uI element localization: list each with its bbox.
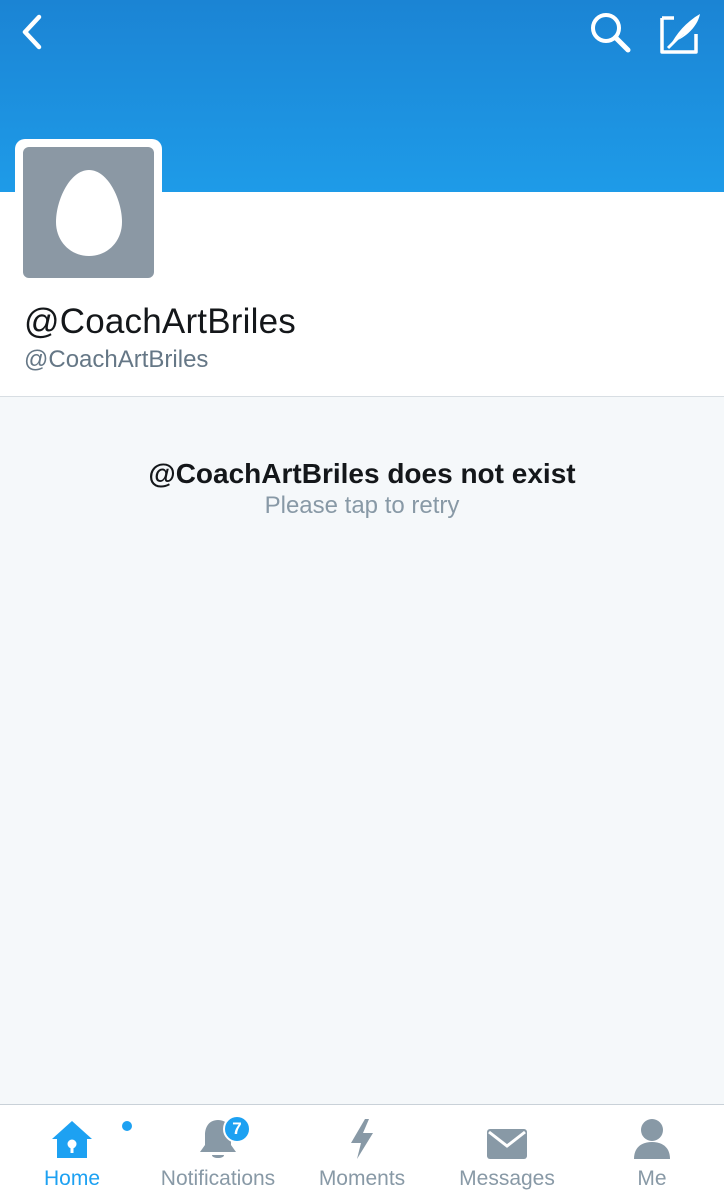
tab-notifications-label: Notifications [160, 1167, 276, 1190]
tab-home[interactable]: Home [22, 1105, 132, 1200]
tab-messages[interactable]: Messages [448, 1105, 566, 1200]
retry-link[interactable]: Please tap to retry [0, 492, 724, 520]
tab-home-label: Home [43, 1167, 101, 1190]
compose-tweet-icon [660, 14, 700, 54]
home-icon [52, 1121, 92, 1158]
person-icon-wrap [632, 1105, 672, 1161]
avatar [23, 147, 154, 278]
tab-moments-label: Moments [318, 1167, 406, 1190]
lightning-icon [351, 1119, 373, 1159]
home-icon-wrap [49, 1105, 132, 1161]
avatar-frame[interactable] [15, 139, 162, 286]
chevron-left-icon [22, 14, 42, 50]
person-icon [634, 1119, 670, 1159]
lightning-icon-wrap [347, 1105, 377, 1161]
compose-tweet-button[interactable] [654, 6, 708, 60]
bottom-tab-bar: Home 7 Notifications Moments Messages Me [0, 1104, 724, 1200]
home-new-dot [122, 1121, 132, 1131]
profile-screen: @CoachArtBriles @CoachArtBriles @CoachAr… [0, 0, 724, 1200]
envelope-icon [487, 1129, 527, 1159]
default-egg-avatar-icon [55, 169, 122, 256]
tab-me[interactable]: Me [612, 1105, 692, 1200]
envelope-icon-wrap [486, 1105, 528, 1161]
tab-messages-label: Messages [459, 1167, 555, 1190]
notifications-badge: 7 [223, 1115, 251, 1143]
profile-handle: @CoachArtBriles [24, 346, 209, 373]
search-icon [591, 13, 631, 53]
bell-icon-wrap: 7 [146, 1105, 290, 1161]
profile-display-name: @CoachArtBriles [24, 302, 296, 341]
back-button[interactable] [8, 8, 56, 56]
tab-moments[interactable]: Moments [308, 1105, 416, 1200]
search-button[interactable] [584, 6, 636, 58]
error-title: @CoachArtBriles does not exist [148, 458, 576, 489]
tab-notifications[interactable]: 7 Notifications [146, 1105, 290, 1200]
tab-me-label: Me [637, 1167, 667, 1190]
